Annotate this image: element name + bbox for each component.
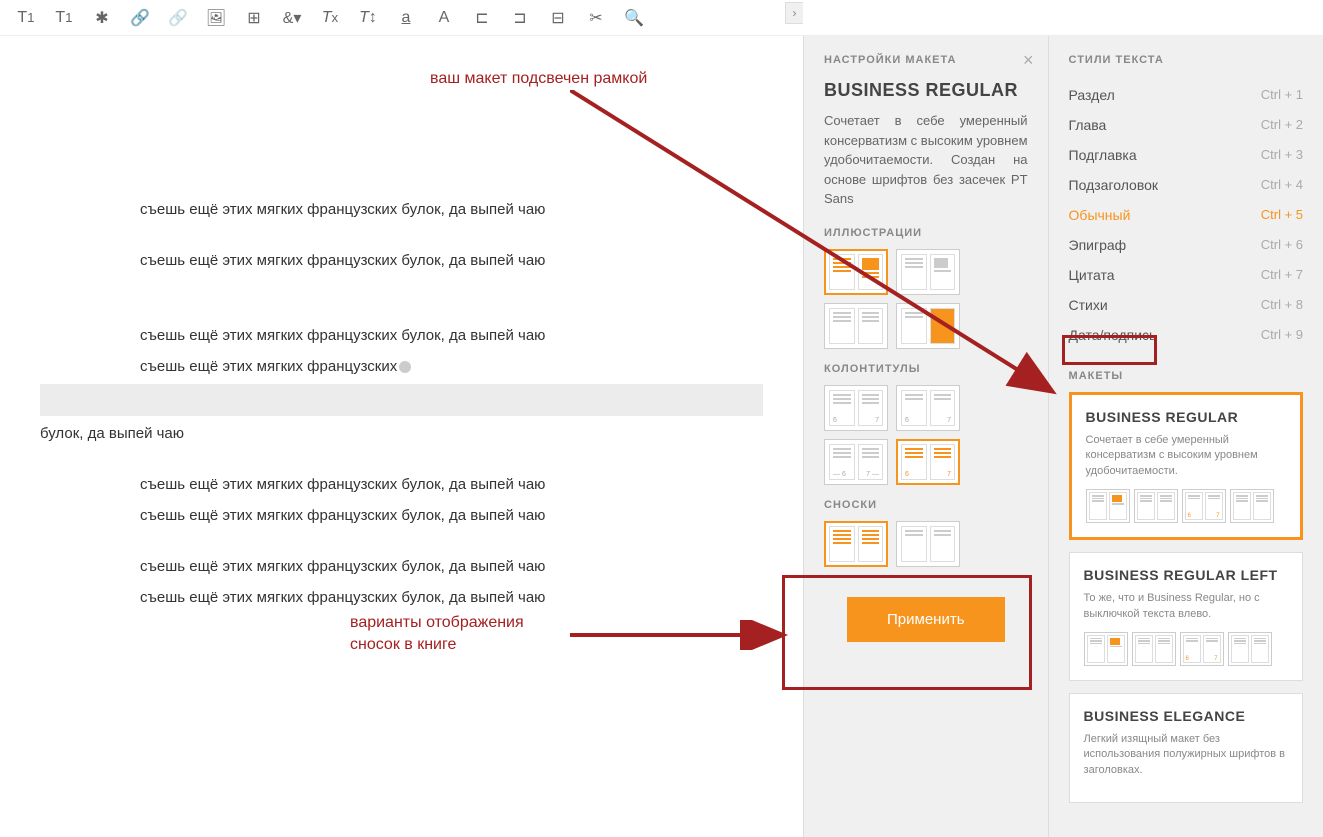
- highlighted-block[interactable]: [40, 384, 763, 416]
- templates-header: МАКЕТЫ: [1069, 370, 1303, 382]
- illustration-option[interactable]: [896, 303, 960, 349]
- search-icon[interactable]: 🔍: [624, 8, 644, 28]
- heading-upper-icon[interactable]: T1: [54, 8, 74, 28]
- style-epigraph[interactable]: ЭпиграфCtrl + 6: [1069, 230, 1303, 260]
- right-panel: × НАСТРОЙКИ МАКЕТА BUSINESS REGULAR Соче…: [803, 36, 1323, 837]
- style-subchapter[interactable]: ПодглавкаCtrl + 3: [1069, 140, 1303, 170]
- footnote-option[interactable]: [896, 521, 960, 567]
- unlink-icon[interactable]: 🔗: [168, 8, 188, 28]
- indent-icon[interactable]: ⊟: [548, 8, 568, 28]
- style-list: РазделCtrl + 1 ГлаваCtrl + 2 ПодглавкаCt…: [1069, 80, 1303, 350]
- sample-line[interactable]: съешь ещё этих мягких французских булок,…: [140, 196, 763, 223]
- layout-settings-panel: × НАСТРОЙКИ МАКЕТА BUSINESS REGULAR Соче…: [804, 36, 1049, 837]
- header-option[interactable]: 67: [824, 385, 888, 431]
- link-icon[interactable]: 🔗: [130, 8, 150, 28]
- footnote-options: [824, 521, 1028, 567]
- template-description: Сочетает в себе умеренный консерватизм с…: [824, 111, 1028, 209]
- sample-line[interactable]: съешь ещё этих мягких французских булок,…: [140, 553, 763, 580]
- main-area: съешь ещё этих мягких французских булок,…: [0, 36, 1323, 837]
- settings-header: НАСТРОЙКИ МАКЕТА: [824, 54, 1028, 66]
- cut-icon[interactable]: ✂: [586, 8, 606, 28]
- text-styles-panel: СТИЛИ ТЕКСТА РазделCtrl + 1 ГлаваCtrl + …: [1049, 36, 1323, 837]
- illustration-option[interactable]: [896, 249, 960, 295]
- template-card-business-elegance[interactable]: BUSINESS ELEGANCE Легкий изящный макет б…: [1069, 693, 1303, 803]
- sample-line[interactable]: съешь ещё этих мягких французских булок,…: [140, 502, 763, 529]
- sample-line[interactable]: булок, да выпей чаю: [40, 420, 763, 447]
- insert-block-icon[interactable]: ⊞: [244, 8, 264, 28]
- special-char-icon[interactable]: &▾: [282, 8, 302, 28]
- underline-icon[interactable]: a: [396, 8, 416, 28]
- toolbar: T1 T1 ✱ 🔗 🔗 🖼 ⊞ &▾ Tx T↕ a A ⊏ ⊐ ⊟ ✂ 🔍: [0, 0, 1323, 36]
- editor-canvas[interactable]: съешь ещё этих мягких французских булок,…: [0, 36, 803, 837]
- apply-button[interactable]: Применить: [847, 597, 1005, 642]
- header-option[interactable]: 67: [896, 439, 960, 485]
- template-card-business-regular[interactable]: BUSINESS REGULAR Сочетает в себе умеренн…: [1069, 392, 1303, 540]
- header-option[interactable]: 67: [896, 385, 960, 431]
- align-left-block-icon[interactable]: ⊏: [472, 8, 492, 28]
- header-option[interactable]: — 67 —: [824, 439, 888, 485]
- footnotes-label: СНОСКИ: [824, 499, 1028, 511]
- style-section[interactable]: РазделCtrl + 1: [1069, 80, 1303, 110]
- illustration-option[interactable]: [824, 303, 888, 349]
- heading-lower-icon[interactable]: T1: [16, 8, 36, 28]
- template-title: BUSINESS REGULAR: [824, 80, 1028, 101]
- style-date[interactable]: Дата/подписьCtrl + 9: [1069, 320, 1303, 350]
- footnote-option[interactable]: [824, 521, 888, 567]
- template-thumbs: 67: [1084, 632, 1288, 666]
- sample-line[interactable]: съешь ещё этих мягких французских: [140, 353, 763, 380]
- template-card-business-regular-left[interactable]: BUSINESS REGULAR LEFT То же, что и Busin…: [1069, 552, 1303, 681]
- illustrations-label: ИЛЛЮСТРАЦИИ: [824, 227, 1028, 239]
- collapse-panel-icon[interactable]: ›: [785, 2, 803, 24]
- illustration-options: [824, 249, 1028, 349]
- style-poem[interactable]: СтихиCtrl + 8: [1069, 290, 1303, 320]
- illustration-option[interactable]: [824, 249, 888, 295]
- font-icon[interactable]: A: [434, 8, 454, 28]
- clear-format-icon[interactable]: Tx: [320, 8, 340, 28]
- close-icon[interactable]: ×: [1023, 50, 1034, 71]
- sample-line[interactable]: съешь ещё этих мягких французских булок,…: [140, 247, 763, 274]
- sample-line[interactable]: съешь ещё этих мягких французских булок,…: [140, 322, 763, 349]
- image-icon[interactable]: 🖼: [206, 8, 226, 28]
- sample-line[interactable]: съешь ещё этих мягких французских булок,…: [140, 584, 763, 611]
- template-thumbs: 67: [1086, 489, 1286, 523]
- sample-line[interactable]: съешь ещё этих мягких французских булок,…: [140, 471, 763, 498]
- style-chapter[interactable]: ГлаваCtrl + 2: [1069, 110, 1303, 140]
- style-quote[interactable]: ЦитатаCtrl + 7: [1069, 260, 1303, 290]
- align-right-block-icon[interactable]: ⊐: [510, 8, 530, 28]
- headers-label: КОЛОНТИТУЛЫ: [824, 363, 1028, 375]
- style-subheading[interactable]: ПодзаголовокCtrl + 4: [1069, 170, 1303, 200]
- asterisk-icon[interactable]: ✱: [92, 8, 112, 28]
- style-normal[interactable]: ОбычныйCtrl + 5: [1069, 200, 1303, 230]
- styles-header: СТИЛИ ТЕКСТА: [1069, 54, 1303, 66]
- header-options: 67 67 — 67 — 67: [824, 385, 1028, 485]
- line-height-icon[interactable]: T↕: [358, 8, 378, 28]
